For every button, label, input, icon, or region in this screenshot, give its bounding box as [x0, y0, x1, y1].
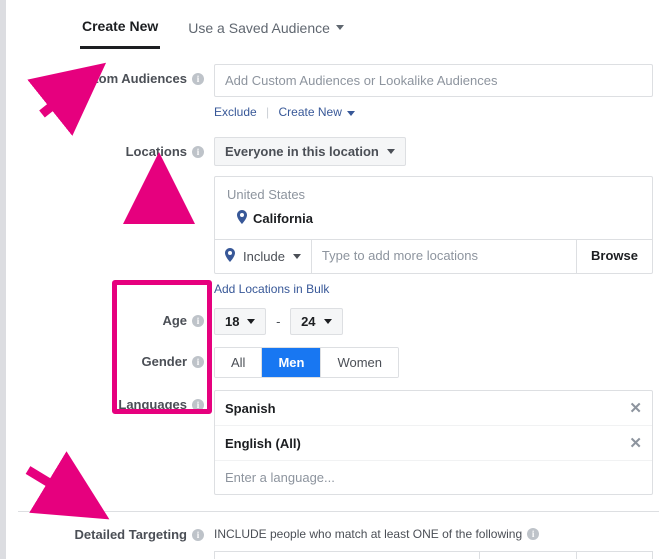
locations-label-text: Locations	[126, 144, 187, 159]
detailed-headline: INCLUDE people who match at least ONE of…	[214, 524, 653, 541]
languages-label: Languages i	[18, 390, 214, 412]
locations-box: United States California Include	[214, 176, 653, 274]
browse-locations-button[interactable]: Browse	[576, 240, 652, 273]
info-icon[interactable]: i	[192, 529, 204, 541]
custom-audiences-input[interactable]: Add Custom Audiences or Lookalike Audien…	[214, 64, 653, 97]
tab-saved-audience[interactable]: Use a Saved Audience	[186, 8, 346, 49]
caret-down-icon	[336, 25, 344, 30]
info-icon[interactable]: i	[192, 315, 204, 327]
age-max-select[interactable]: 24	[290, 308, 342, 335]
location-input[interactable]: Type to add more locations	[312, 240, 576, 273]
info-icon[interactable]: i	[192, 399, 204, 411]
gender-all[interactable]: All	[215, 348, 262, 377]
age-min-select[interactable]: 18	[214, 308, 266, 335]
include-text: Include	[243, 249, 285, 264]
age-label: Age i	[18, 306, 214, 328]
language-item: English (All) ✕	[215, 426, 652, 461]
age-min-value: 18	[225, 314, 239, 329]
location-region-text: California	[253, 211, 313, 226]
age-label-text: Age	[162, 313, 187, 328]
gender-men[interactable]: Men	[262, 348, 321, 377]
detailed-input[interactable]: Add demographics, interests or behaviors	[215, 552, 479, 559]
bulk-locations-link[interactable]: Add Locations in Bulk	[214, 274, 329, 296]
info-icon[interactable]: i	[192, 146, 204, 158]
custom-audiences-label: Custom Audiences i	[18, 64, 214, 86]
create-new-text: Create New	[279, 105, 342, 119]
remove-language-button[interactable]: ✕	[629, 399, 642, 417]
age-dash: -	[270, 314, 286, 329]
tab-saved-label: Use a Saved Audience	[188, 20, 330, 36]
location-scope-text: Everyone in this location	[225, 144, 379, 159]
detailed-headline-text: INCLUDE people who match at least ONE of…	[214, 527, 522, 541]
locations-label: Locations i	[18, 137, 214, 159]
detailed-targeting-label-text: Detailed Targeting	[75, 527, 187, 542]
location-country: United States	[215, 177, 652, 204]
info-icon[interactable]: i	[192, 356, 204, 368]
gender-label-text: Gender	[141, 354, 187, 369]
language-input[interactable]: Enter a language...	[215, 461, 652, 494]
language-item: Spanish ✕	[215, 391, 652, 426]
browse-detailed-button[interactable]: Browse	[576, 552, 652, 559]
caret-down-icon	[247, 319, 255, 324]
language-name: Spanish	[225, 401, 276, 416]
caret-down-icon	[347, 111, 355, 116]
caret-down-icon	[293, 254, 301, 259]
gender-label: Gender i	[18, 347, 214, 369]
caret-down-icon	[324, 319, 332, 324]
map-pin-icon	[225, 248, 235, 265]
tab-create-new[interactable]: Create New	[80, 8, 160, 49]
info-icon[interactable]: i	[527, 528, 539, 540]
separator: |	[260, 105, 275, 119]
create-new-link[interactable]: Create New	[279, 105, 356, 119]
location-region-item[interactable]: California	[215, 204, 652, 239]
gender-women[interactable]: Women	[321, 348, 398, 377]
suggestions-button[interactable]: Suggestions	[479, 552, 576, 559]
map-pin-icon	[237, 210, 247, 227]
location-scope-select[interactable]: Everyone in this location	[214, 137, 406, 166]
detailed-targeting-label: Detailed Targeting i	[18, 524, 214, 542]
custom-audiences-label-text: Custom Audiences	[70, 71, 187, 86]
remove-language-button[interactable]: ✕	[629, 434, 642, 452]
caret-down-icon	[387, 149, 395, 154]
age-max-value: 24	[301, 314, 315, 329]
gender-segment: All Men Women	[214, 347, 399, 378]
languages-box: Spanish ✕ English (All) ✕ Enter a langua…	[214, 390, 653, 495]
languages-label-text: Languages	[118, 397, 187, 412]
include-select[interactable]: Include	[215, 240, 312, 273]
exclude-link[interactable]: Exclude	[214, 105, 257, 119]
detailed-input-box: Add demographics, interests or behaviors…	[214, 551, 653, 559]
language-name: English (All)	[225, 436, 301, 451]
audience-tabs: Create New Use a Saved Audience	[18, 0, 659, 50]
info-icon[interactable]: i	[192, 73, 204, 85]
